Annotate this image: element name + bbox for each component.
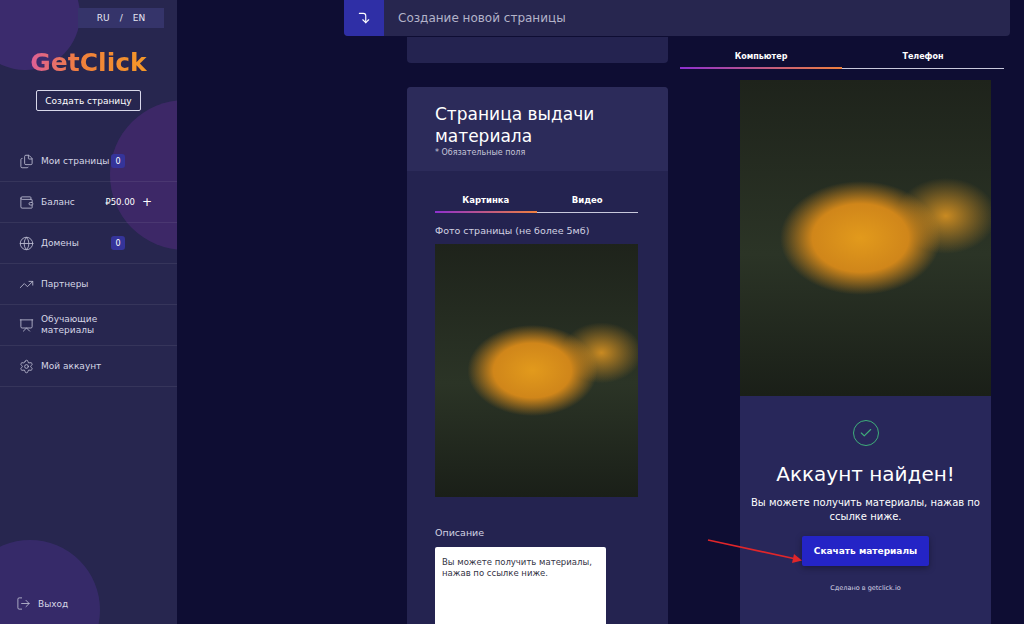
device-tab[interactable]: Компьютер	[680, 48, 842, 69]
main: Создание новой страницы Страница выдачи м…	[177, 0, 1024, 624]
nav-icon	[18, 358, 35, 375]
sidebar-item-label: Обучающие материалы	[41, 314, 111, 336]
device-tab[interactable]: Телефон	[842, 48, 1004, 69]
device-tabs: КомпьютерТелефон	[680, 48, 1004, 69]
logout-label: Выход	[38, 599, 68, 609]
decor-blob	[0, 540, 100, 624]
form-title: Страница выдачи материала	[435, 103, 625, 147]
preview-heading: Аккаунт найден!	[776, 462, 955, 486]
page-photo[interactable]	[435, 244, 638, 497]
decor-blob	[110, 100, 177, 250]
photo-label: Фото страницы (не более 5мб)	[435, 225, 640, 236]
description-label: Описание	[435, 527, 640, 538]
top-bar-title: Создание новой страницы	[384, 11, 566, 25]
language-switch[interactable]: RU / EN	[78, 8, 164, 28]
nav-icon	[18, 194, 35, 211]
check-circle-icon	[853, 420, 879, 446]
sidebar-item[interactable]: Мой аккаунт	[0, 346, 177, 387]
preview-panel: Аккаунт найден! Вы можете получить матери…	[740, 396, 991, 624]
balance-value: ₽50.00	[105, 197, 135, 207]
media-tab[interactable]: Картинка	[435, 191, 537, 213]
sidebar-item[interactable]: Домены0	[0, 223, 177, 264]
count-badge: 0	[111, 154, 125, 168]
add-balance-button[interactable]: +	[141, 196, 153, 208]
media-tab[interactable]: Видео	[537, 191, 639, 213]
download-button[interactable]: Скачать материалы	[802, 536, 929, 566]
sidebar-item[interactable]: Обучающие материалы	[0, 305, 177, 346]
create-page-button[interactable]: Создать страницу	[36, 90, 140, 111]
corner-arrow-icon[interactable]	[344, 0, 384, 36]
preview-photo	[740, 80, 991, 396]
red-arrow-icon	[700, 532, 810, 572]
count-badge: 0	[111, 236, 125, 250]
nav-icon	[18, 235, 35, 252]
preview-frame: Аккаунт найден! Вы можете получить матери…	[740, 80, 991, 624]
logo[interactable]: GetClick	[0, 48, 177, 77]
sidebar-item[interactable]: Баланс₽50.00 +	[0, 182, 177, 223]
preview-text: Вы можете получить материалы, нажав по с…	[751, 496, 981, 524]
top-bar: Создание новой страницы	[344, 0, 1010, 36]
sidebar-item-label: Баланс	[41, 197, 105, 208]
nav-icon	[18, 153, 35, 170]
preview-footer[interactable]: Сделано в getclick.io	[830, 584, 900, 592]
logout-item[interactable]: Выход	[0, 595, 177, 624]
language-separator: /	[120, 13, 123, 23]
sidebar-item[interactable]: Мои страницы0	[0, 141, 177, 182]
sidebar-item-label: Мой аккаунт	[41, 361, 111, 372]
media-tabs: КартинкаВидео	[435, 191, 638, 213]
language-option[interactable]: EN	[133, 13, 145, 23]
form-card: Страница выдачи материала* Обязательные …	[407, 87, 668, 624]
nav-icon	[18, 276, 35, 293]
sidebar-item-label: Мои страницы	[41, 156, 111, 167]
logout-icon	[15, 595, 32, 612]
page: RU / EN GetClick Создать страницу Мои страниц…	[0, 0, 1024, 624]
language-option[interactable]: RU	[97, 13, 110, 23]
sidebar-nav: Мои страницы0Баланс₽50.00+Домены0Партнер…	[0, 141, 177, 387]
nav-icon	[18, 317, 35, 334]
sidebar-item-label: Домены	[41, 238, 111, 249]
sidebar-item-label: Партнеры	[41, 279, 111, 290]
required-note: * Обязательные поля	[435, 148, 640, 157]
sidebar-item[interactable]: Партнеры	[0, 264, 177, 305]
previous-card	[407, 37, 668, 63]
sidebar: RU / EN GetClick Создать страницу Мои страниц…	[0, 0, 177, 624]
description-field[interactable]: Вы можете получить материалы, нажав по с…	[435, 547, 606, 624]
